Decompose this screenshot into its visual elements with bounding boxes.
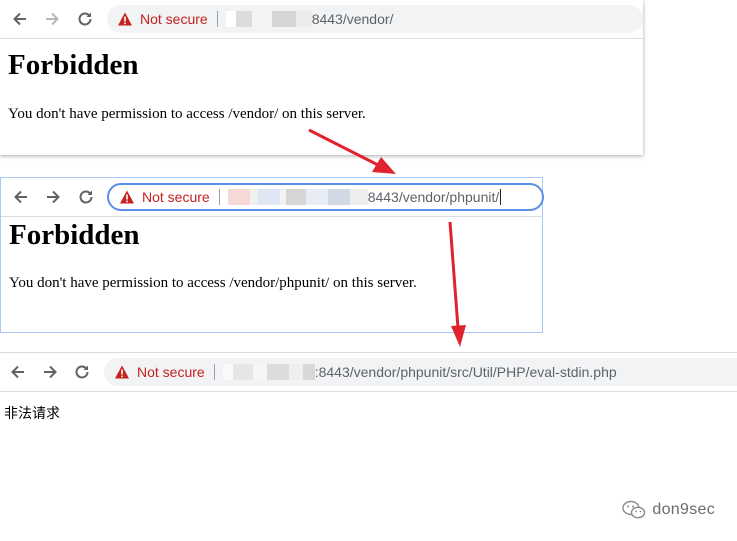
annotation-arrow-2 bbox=[448, 221, 466, 347]
annotation-arrows bbox=[308, 128, 466, 347]
wechat-icon bbox=[622, 500, 646, 519]
watermark: don9sec bbox=[622, 500, 715, 520]
watermark-text: don9sec bbox=[652, 501, 715, 518]
annotation-arrow-1 bbox=[308, 128, 396, 174]
